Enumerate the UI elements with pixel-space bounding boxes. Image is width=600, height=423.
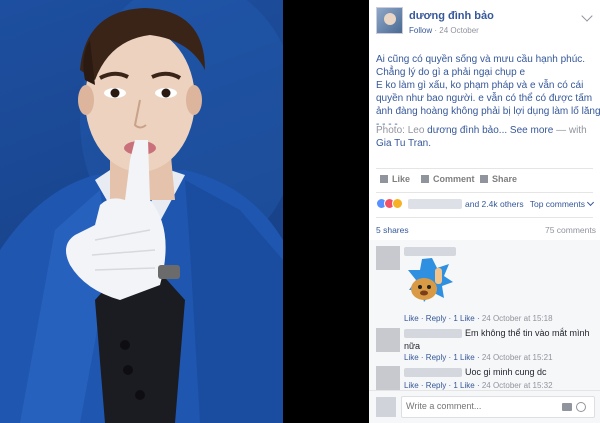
meta-separator: · — [434, 26, 438, 35]
comment-button[interactable]: Comment — [421, 174, 475, 184]
like-button[interactable]: Like — [380, 174, 410, 184]
credit-prefix: Photo: Leo — [376, 125, 425, 136]
comment-input-wrapper[interactable] — [401, 396, 595, 418]
post-date[interactable]: 24 October — [439, 26, 479, 35]
divider — [376, 168, 593, 169]
chevron-down-icon[interactable] — [581, 10, 593, 22]
portrait-illustration — [0, 0, 283, 423]
comment-likes-count[interactable]: 1 Like — [453, 353, 474, 362]
caption-line: Ai cũng có quyền sống và mưu cầu hạnh ph… — [376, 54, 586, 65]
tagged-person-link[interactable]: Gia Tu Tran. — [376, 138, 431, 149]
photo-viewer — [0, 0, 369, 423]
top-comments-dropdown[interactable]: Top comments — [530, 198, 595, 209]
caption-line: Chẳng lý do gì a phải ngại chụp e — [376, 67, 525, 78]
comment-reply-link[interactable]: Reply — [426, 381, 446, 390]
comment-like-link[interactable]: Like — [404, 381, 419, 390]
comment-meta: Like · Reply · 1 Like · 24 October at 15… — [404, 353, 553, 362]
post-actions: Like Comment Share — [376, 174, 593, 188]
caption-line: ảnh đàng hoàng không phải bị lợi dụng là… — [376, 106, 600, 117]
comment-time[interactable]: 24 October at 15:18 — [482, 314, 553, 323]
author-name[interactable]: dương đình bảo — [409, 10, 494, 22]
camera-icon[interactable] — [562, 403, 572, 411]
comment-meta: Like · Reply · 1 Like · 24 October at 15… — [404, 314, 553, 323]
with-text: — with — [556, 125, 587, 136]
divider — [376, 192, 593, 193]
post-caption: Ai cũng có quyền sống và mưu cầu hạnh ph… — [376, 53, 600, 131]
post-side-panel: dương đình bảo Follow · 24 October Ai cũ… — [369, 0, 600, 423]
shares-link[interactable]: 5 shares — [376, 225, 409, 235]
post-photo[interactable] — [0, 0, 283, 423]
comment-text: nữa — [404, 341, 421, 351]
commenter-avatar[interactable] — [376, 366, 400, 390]
commenter-avatar[interactable] — [376, 246, 400, 270]
photo-credit: Photo: Leo dương đình bảo... See more — … — [376, 124, 598, 150]
comment-like-link[interactable]: Like — [404, 314, 419, 323]
comment-text: Em không thể tin vào mắt mình — [465, 328, 590, 338]
comment-input[interactable] — [406, 401, 556, 411]
comments-count[interactable]: 75 comments — [545, 225, 596, 235]
redacted-reactor-names — [408, 199, 462, 209]
comment-composer — [369, 390, 600, 423]
comment-meta: Like · Reply · 1 Like · 24 October at 15… — [404, 381, 553, 390]
comment-text: Uoc gi minh cung dc — [465, 367, 547, 377]
reactions-row: and 2.4k others Top comments — [376, 198, 595, 212]
post-header: dương đình bảo Follow · 24 October — [369, 0, 600, 42]
comment-time[interactable]: 24 October at 15:21 — [482, 353, 553, 362]
comment-likes-count[interactable]: 1 Like — [453, 381, 474, 390]
comment-likes-count[interactable]: 1 Like — [453, 314, 474, 323]
thumbs-up-icon — [380, 175, 388, 183]
redacted-commenter-name[interactable] — [404, 368, 462, 377]
redacted-commenter-name[interactable] — [404, 329, 462, 338]
reactions-others-link[interactable]: and 2.4k others — [465, 199, 524, 209]
chevron-down-icon — [586, 198, 595, 207]
comment-time[interactable]: 24 October at 15:32 — [482, 381, 553, 390]
credit-person-link[interactable]: dương đình bảo... — [427, 125, 507, 136]
share-icon — [480, 175, 488, 183]
redacted-commenter-name[interactable] — [404, 247, 456, 256]
comment-like-link[interactable]: Like — [404, 353, 419, 362]
caption-line: quyền như bao người. e vẫn có thể có đượ… — [376, 93, 593, 104]
comment-icon — [421, 175, 429, 183]
caption-line: E ko làm gì xấu, ko phạm pháp và e vẫn c… — [376, 80, 584, 91]
author-avatar[interactable] — [376, 7, 403, 34]
wow-reaction-icon[interactable] — [392, 198, 403, 209]
follow-row: Follow · 24 October — [409, 26, 479, 35]
comments-list: Like · Reply · 1 Like · 24 October at 15… — [369, 240, 600, 390]
follow-link[interactable]: Follow — [409, 26, 432, 35]
divider — [376, 217, 593, 218]
commenter-avatar[interactable] — [376, 328, 400, 352]
comment-reply-link[interactable]: Reply — [426, 353, 446, 362]
emoji-icon[interactable] — [576, 402, 586, 412]
dog-thumbs-up-sticker — [408, 258, 453, 302]
see-more-link[interactable]: See more — [510, 125, 553, 136]
comment-reply-link[interactable]: Reply — [426, 314, 446, 323]
share-button[interactable]: Share — [480, 174, 517, 184]
viewer-avatar — [376, 397, 396, 417]
